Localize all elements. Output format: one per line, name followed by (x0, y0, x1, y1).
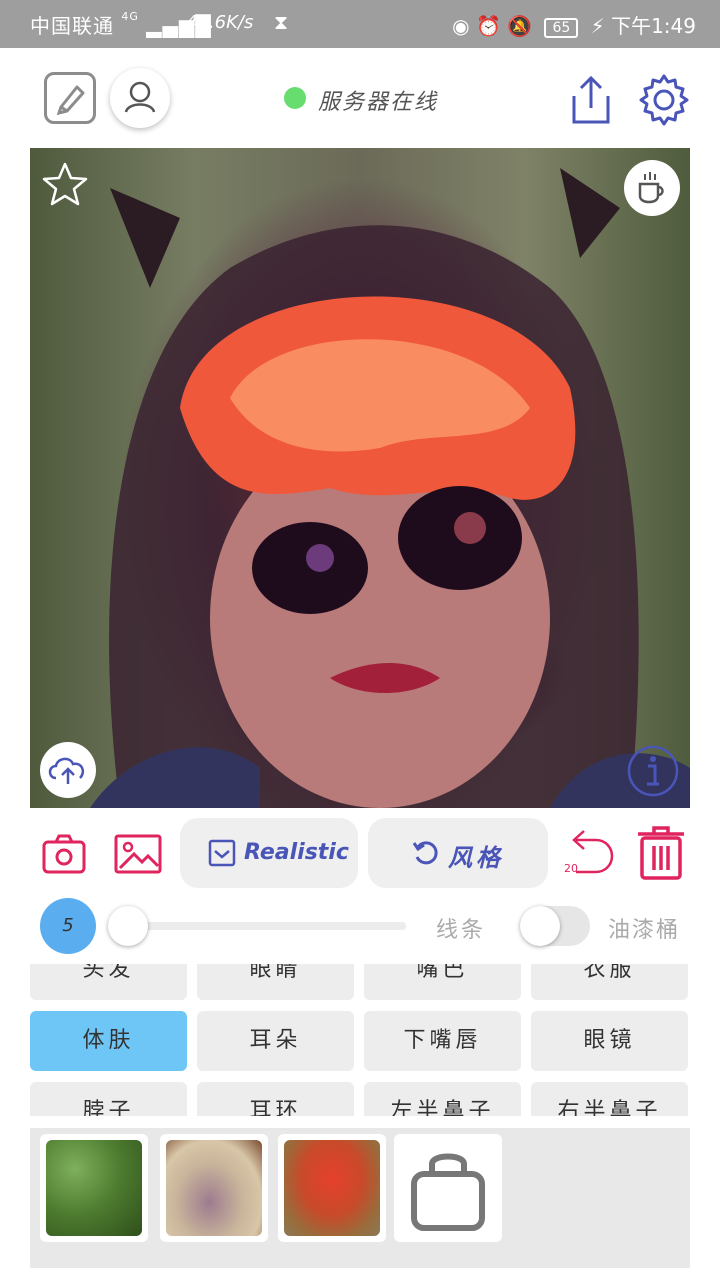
brush-size-value: 5 (40, 898, 96, 954)
shopping-bag-icon (411, 1153, 485, 1231)
trash-icon (638, 826, 684, 880)
brush-size-slider-thumb[interactable] (108, 906, 148, 946)
upload-button[interactable] (40, 742, 96, 798)
status-right: ◉ ⏰ 🔕 65 ⚡ 下午1:49 (452, 10, 696, 39)
undo-button[interactable]: 20 (562, 826, 616, 880)
alarm-icon: ⏰ (475, 14, 501, 38)
reference-thumbnails (30, 1128, 690, 1268)
user-icon (124, 81, 156, 113)
thumbnail-image (166, 1140, 262, 1236)
style-label: 风格 (448, 844, 504, 872)
part-option[interactable]: 眼睛 (197, 964, 354, 1000)
gallery-button[interactable] (112, 830, 164, 882)
network-type: 4G (121, 10, 139, 23)
mode-toggle-button[interactable]: Realistic (180, 818, 358, 888)
brush-edit-icon (56, 85, 85, 116)
server-status-dot (284, 87, 306, 109)
camera-button[interactable] (40, 830, 88, 882)
thumbnail-item[interactable] (278, 1134, 386, 1242)
charging-icon: ⚡ (590, 14, 605, 38)
favorite-button[interactable] (40, 160, 90, 214)
coffee-button[interactable] (624, 160, 680, 216)
part-option[interactable]: 衣服 (531, 964, 688, 1000)
camera-icon (42, 834, 86, 874)
image-icon (114, 834, 162, 874)
part-option[interactable]: 体肤 (30, 1011, 187, 1071)
info-icon (627, 745, 679, 797)
bucket-mode-label: 油漆桶 (608, 918, 681, 943)
part-option[interactable]: 下嘴唇 (364, 1011, 521, 1071)
part-option[interactable]: 左半鼻子 (364, 1082, 521, 1116)
style-button[interactable]: 风格 (368, 818, 548, 888)
checkbox-icon (208, 839, 236, 867)
thumbnail-item[interactable] (160, 1134, 268, 1242)
line-mode-label: 线条 (436, 918, 487, 943)
star-icon (42, 162, 88, 206)
brush-size-track[interactable] (108, 922, 406, 930)
delete-button[interactable] (634, 824, 688, 882)
upload-cloud-icon (48, 757, 85, 784)
clock: 下午1:49 (611, 14, 696, 38)
undo-count: 20 (564, 862, 578, 875)
eye-icon: ◉ (452, 14, 470, 38)
coffee-cup-icon (638, 172, 664, 204)
drawing-canvas[interactable] (30, 148, 690, 808)
refresh-icon (412, 841, 438, 865)
part-option[interactable]: 脖子 (30, 1082, 187, 1116)
status-bar: 中国联通 4G ▂▄▆█ 47.6K/s ⧗ ◉ ⏰ 🔕 65 ⚡ 下午1:49 (0, 0, 720, 48)
network-speed: 47.6K/s (186, 12, 254, 33)
share-icon (572, 75, 610, 124)
user-profile-button[interactable] (110, 68, 170, 128)
info-button[interactable] (626, 744, 680, 802)
server-status-label: 服务器在线 (318, 90, 439, 115)
generated-portrait (90, 168, 690, 808)
edit-canvas-button[interactable] (44, 72, 96, 124)
thumbnail-image (46, 1140, 142, 1236)
part-option[interactable]: 嘴巴 (364, 964, 521, 1000)
paint-mode-switch[interactable] (520, 906, 590, 946)
mode-label: Realistic (244, 840, 349, 865)
battery-indicator: 65 (544, 17, 579, 38)
share-button[interactable] (566, 72, 616, 128)
part-option[interactable]: 眼镜 (531, 1011, 688, 1071)
mute-icon: 🔕 (507, 14, 533, 38)
paint-mode-switch-knob (520, 906, 560, 946)
store-button[interactable] (394, 1134, 502, 1242)
part-option[interactable]: 头发 (30, 964, 187, 1000)
thumbnail-image (284, 1140, 380, 1236)
settings-button[interactable] (636, 72, 692, 128)
part-option[interactable]: 耳环 (197, 1082, 354, 1116)
parts-grid: 头发 眼睛 嘴巴 衣服体肤 耳朵 下嘴唇 眼镜脖子 耳环 左半鼻子 右半鼻子 (30, 964, 690, 1116)
thumbnail-item[interactable] (40, 1134, 148, 1242)
gear-icon (639, 74, 689, 126)
hourglass-icon: ⧗ (274, 10, 289, 34)
part-option[interactable]: 耳朵 (197, 1011, 354, 1071)
status-carrier: 中国联通 4G ▂▄▆█ (30, 10, 212, 38)
part-option[interactable]: 右半鼻子 (531, 1082, 688, 1116)
